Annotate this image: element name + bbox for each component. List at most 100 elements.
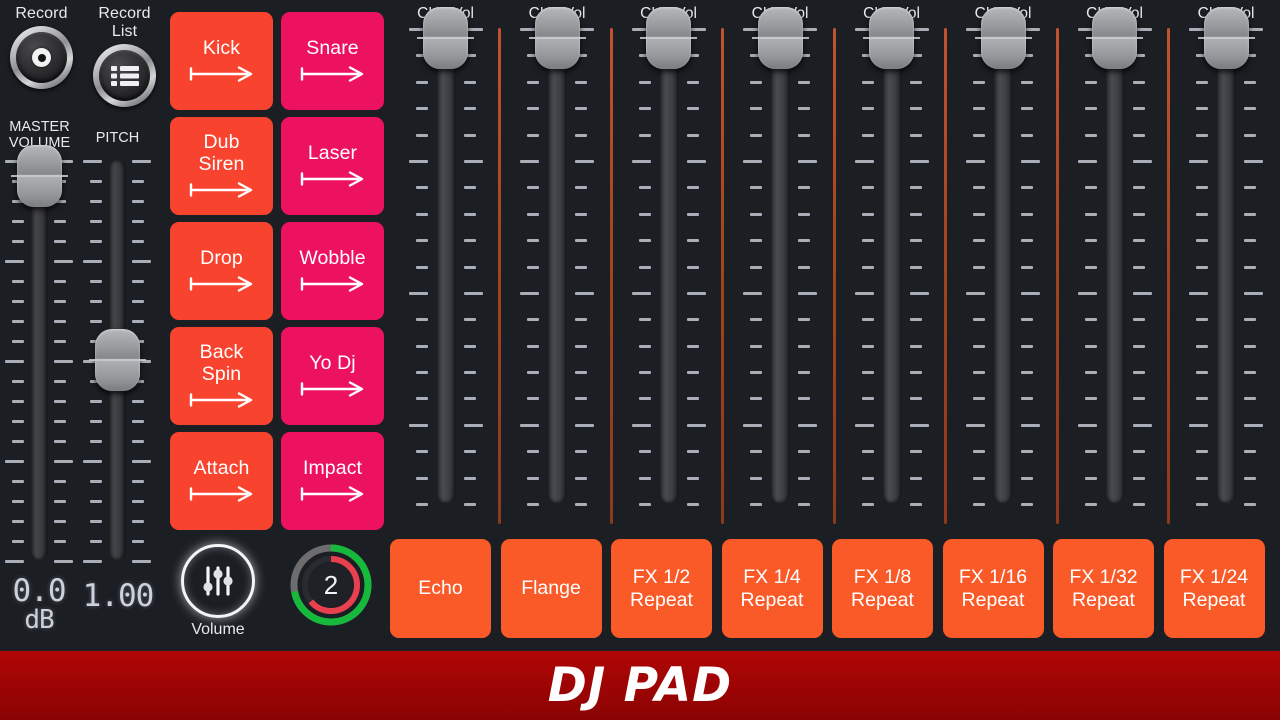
fader-tick [973, 265, 985, 269]
master-volume-readout: 0.0 dB [0, 573, 78, 633]
fader-tick [83, 260, 102, 263]
sound-pad-back-spin[interactable]: Back Spin [170, 327, 273, 425]
channel-fader-6[interactable] [963, 6, 1043, 506]
fader-tick [1196, 107, 1208, 111]
sound-pad-impact[interactable]: Impact [281, 432, 384, 530]
fader-tick [750, 212, 762, 216]
pitch-fader-knob[interactable] [88, 329, 146, 391]
channel-fader-8[interactable] [1186, 6, 1266, 506]
fader-tick [1244, 239, 1256, 243]
fader-tick [1132, 344, 1145, 348]
fader-tick [1189, 159, 1208, 163]
fader-tick [798, 371, 810, 375]
fader-tick [5, 560, 24, 563]
fader-tick [54, 480, 66, 483]
channel-strip-1: CH1 Vol [390, 0, 501, 532]
fx-button-fx-1-4-repeat[interactable]: FX 1/4 Repeat [721, 539, 823, 638]
fader-tick [861, 212, 874, 216]
fader-tick [750, 476, 762, 480]
channel-fader-track[interactable] [436, 28, 455, 503]
fader-tick [1021, 107, 1033, 111]
fader-tick [854, 291, 874, 295]
master-fader-knob[interactable] [10, 145, 68, 207]
fader-tick [686, 133, 699, 137]
fader-tick [132, 280, 144, 283]
fader-tick [463, 186, 476, 190]
mixer-sliders-icon[interactable] [181, 544, 255, 618]
fader-tick [686, 80, 699, 84]
fx-button-flange[interactable]: Flange [500, 539, 602, 638]
record-button[interactable]: Record [0, 0, 83, 89]
fader-tick [638, 239, 651, 243]
master-fader-track[interactable] [30, 160, 48, 560]
channel-fader-track[interactable] [1105, 28, 1124, 503]
sound-pad-label: Drop [200, 246, 243, 269]
fx-button-fx-1-2-repeat[interactable]: FX 1/2 Repeat [611, 539, 712, 638]
sound-pad-dub-siren[interactable]: Dub Siren [170, 117, 273, 215]
channel-fader-track[interactable] [993, 28, 1013, 503]
sound-pad-kick[interactable]: Kick [170, 12, 273, 110]
channel-fader-4[interactable] [740, 6, 820, 506]
channel-fader-knob[interactable] [751, 6, 809, 69]
fx-button-fx-1-8-repeat[interactable]: FX 1/8 Repeat [832, 539, 933, 638]
record-list-knob[interactable] [93, 44, 156, 107]
channel-fader-knob[interactable] [1197, 6, 1255, 69]
sound-pad-label: Kick [202, 36, 241, 59]
master-volume-fader[interactable] [2, 145, 76, 563]
fader-tick [54, 560, 73, 563]
sound-pad-label: Yo Dj [309, 351, 356, 374]
channel-fader-track[interactable] [770, 28, 790, 503]
fx-button-fx-1-24-repeat[interactable]: FX 1/24 Repeat [1163, 539, 1265, 638]
sound-pad-wobble[interactable]: Wobble [281, 222, 384, 320]
fader-tick [1132, 503, 1145, 506]
fader-tick [798, 186, 810, 190]
channel-fader-track[interactable] [1216, 28, 1236, 503]
sound-pad-attach[interactable]: Attach [170, 432, 273, 530]
fader-tick [90, 220, 102, 223]
channel-fader-knob[interactable] [863, 6, 920, 69]
sound-pad-drop[interactable]: Drop [170, 222, 273, 320]
channel-fader-3[interactable] [629, 6, 709, 506]
fader-tick [527, 265, 539, 269]
fader-tick [1196, 186, 1208, 190]
fader-tick [463, 450, 476, 454]
channel-fader-5[interactable] [852, 6, 932, 506]
record-button-label: Record [15, 5, 68, 22]
channel-fader-track[interactable] [547, 28, 567, 503]
channel-fader-knob[interactable] [1086, 6, 1143, 69]
fader-tick [132, 420, 144, 423]
fader-tick [631, 423, 651, 427]
channel-fader-2[interactable] [517, 6, 597, 506]
channel-fader-track[interactable] [882, 28, 901, 503]
channel-fader-7[interactable] [1075, 6, 1155, 506]
channel-fader-knob[interactable] [974, 6, 1032, 69]
fx-button-fx-1-16-repeat[interactable]: FX 1/16 Repeat [942, 539, 1044, 638]
fader-tick [909, 397, 922, 401]
fader-tick [132, 520, 144, 523]
channel-fader-1[interactable] [406, 6, 486, 506]
channel-fader-track[interactable] [659, 28, 678, 503]
pitch-fader[interactable] [80, 160, 154, 563]
deck-ring-indicator[interactable]: 2 [288, 542, 374, 628]
fader-tick [12, 320, 24, 323]
fader-tick [798, 423, 817, 427]
fx-button-label: FX 1/32 Repeat [1069, 565, 1138, 611]
fader-tick [861, 107, 874, 111]
fx-button-fx-1-32-repeat[interactable]: FX 1/32 Repeat [1053, 539, 1154, 638]
channel-fader-knob[interactable] [640, 6, 697, 69]
fader-tick [750, 371, 762, 375]
fader-tick [12, 400, 24, 403]
fx-button-echo[interactable]: Echo [390, 539, 491, 638]
sound-pad-yo-dj[interactable]: Yo Dj [281, 327, 384, 425]
fader-tick [750, 450, 762, 454]
sound-pad-laser[interactable]: Laser [281, 117, 384, 215]
record-list-button[interactable]: Record List [83, 0, 166, 107]
channel-fader-knob[interactable] [528, 6, 586, 69]
sound-pad-snare[interactable]: Snare [281, 12, 384, 110]
fader-tick [54, 220, 66, 223]
fader-tick [1196, 371, 1208, 375]
channel-fader-knob[interactable] [417, 6, 474, 69]
record-knob[interactable] [10, 26, 73, 89]
fader-tick [54, 460, 73, 463]
volume-icon-button[interactable]: Volume [172, 544, 264, 639]
